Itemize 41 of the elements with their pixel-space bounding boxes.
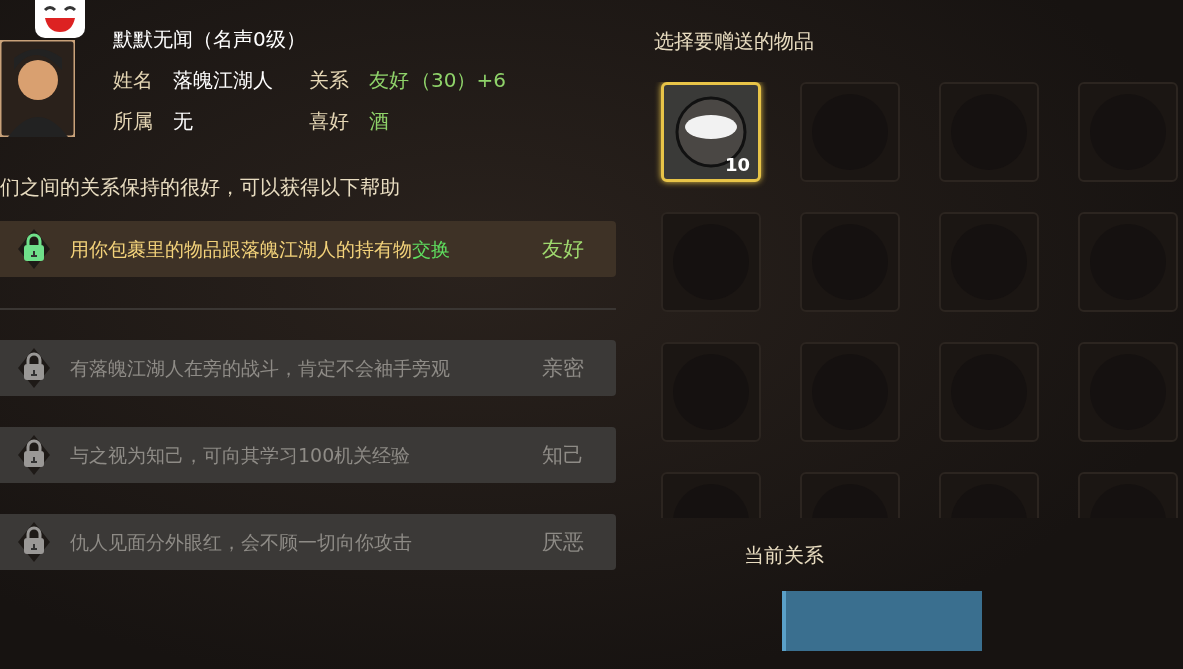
item-slot[interactable] — [1078, 342, 1178, 442]
relation-description: 们之间的关系保持的很好，可以获得以下帮助 — [0, 174, 401, 201]
character-title: 默默无闻（名声0级） — [113, 26, 307, 53]
smiley-bubble-icon — [35, 0, 85, 38]
unlocked-padlock-icon — [18, 229, 50, 269]
hobby-value: 酒 — [369, 107, 389, 135]
gift-title: 选择要赠送的物品 — [654, 28, 815, 55]
relation-tier-label: 亲密 — [542, 355, 585, 382]
name-label: 姓名 — [113, 66, 154, 94]
benefit-text: 有落魄江湖人在旁的战斗，肯定不会袖手旁观 — [70, 357, 451, 379]
character-name: 落魄江湖人 — [173, 66, 274, 94]
benefit-text: 与之视为知己，可向其学习100机关经验 — [70, 444, 412, 466]
item-slot[interactable] — [1078, 212, 1178, 312]
item-slot[interactable] — [939, 212, 1039, 312]
item-slot[interactable] — [800, 212, 900, 312]
relation-tier-label: 知己 — [542, 442, 585, 469]
padlock-icon — [18, 348, 50, 388]
padlock-icon — [18, 522, 50, 562]
faction-label: 所属 — [113, 107, 154, 135]
item-slot[interactable] — [939, 82, 1039, 182]
bowl-icon — [674, 95, 748, 169]
benefit-text: 用你包裹里的物品跟落魄江湖人的持有物交换 — [70, 238, 451, 260]
relation-points: （30）+6 — [411, 66, 506, 94]
relation-status: 当前关系 — [743, 542, 825, 569]
relation-value: 友好 — [369, 66, 409, 94]
faction-value: 无 — [173, 107, 194, 135]
item-count: 10 — [724, 154, 750, 175]
item-slot[interactable] — [800, 82, 900, 182]
item-slot[interactable] — [661, 342, 761, 442]
relation-label: 关系 — [309, 66, 350, 94]
item-slot[interactable] — [939, 342, 1039, 442]
item-slot[interactable] — [661, 212, 761, 312]
item-slot[interactable] — [800, 342, 900, 442]
item-slot[interactable]: 10 — [661, 82, 761, 182]
gift-button[interactable] — [782, 591, 982, 651]
item-slot[interactable] — [1078, 82, 1178, 182]
relation-tier-label: 厌恶 — [542, 529, 585, 556]
padlock-icon — [18, 435, 50, 475]
relation-tier-label: 友好 — [542, 236, 585, 263]
benefit-text: 仇人见面分外眼红，会不顾一切向你攻击 — [70, 531, 413, 553]
hobby-label: 喜好 — [309, 107, 350, 135]
